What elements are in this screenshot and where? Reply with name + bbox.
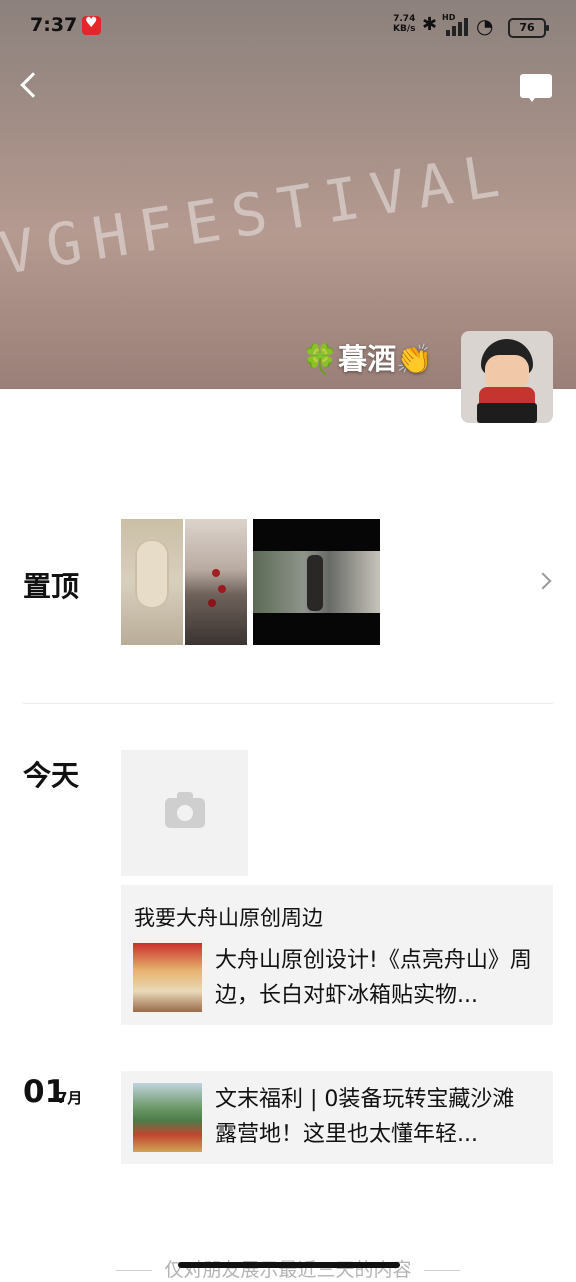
footer-notice: 仅对朋友展示最近三天的内容 — [0, 1255, 576, 1282]
app-notification-icon — [82, 15, 101, 35]
profile-name: 🍀暮酒👏 — [302, 336, 432, 378]
pinned-label: 置顶 — [23, 570, 80, 603]
pinned-photo-2[interactable] — [185, 519, 247, 645]
divider — [23, 703, 553, 704]
chevron-right-icon[interactable] — [537, 573, 551, 587]
clover-emoji: 🍀 — [302, 342, 339, 376]
status-time: 7:37 — [30, 14, 78, 36]
pinned-photo-1[interactable] — [121, 519, 183, 645]
wifi-icon: ◔ — [476, 14, 494, 38]
network-speed: 7.74 KB/s — [393, 14, 415, 34]
battery-icon: 76 — [508, 18, 549, 38]
home-indicator[interactable] — [178, 1262, 400, 1268]
today-label: 今天 — [23, 759, 80, 792]
date-month: 7月 — [57, 1089, 83, 1107]
shared-link-text: 文末福利 | 0装备玩转宝藏沙滩露营地！这里也太懂年轻... — [215, 1087, 515, 1147]
cover-scrawl-text: VGHFESTIVAL — [0, 139, 516, 288]
footer-line-right — [423, 1270, 460, 1271]
avatar[interactable] — [461, 331, 553, 423]
clap-emoji: 👏 — [396, 342, 433, 376]
signal-icon — [442, 16, 470, 36]
shared-post-card[interactable]: 我要大舟山原创周边 大舟山原创设计!《点亮舟山》周边，长白对虾冰箱贴实物... — [121, 885, 553, 1025]
status-bar: 7:37 7.74 KB/s ✱ HD ◔ 76 — [0, 0, 576, 54]
shared-link-card[interactable]: 文末福利 | 0装备玩转宝藏沙滩露营地！这里也太懂年轻... — [121, 1071, 553, 1164]
shared-link-thumbnail — [133, 1083, 202, 1152]
network-speed-value: 7.74 — [393, 14, 416, 24]
shared-post-thumbnail — [133, 943, 202, 1012]
add-photo-button[interactable] — [121, 750, 248, 876]
camera-icon — [165, 792, 205, 828]
bluetooth-icon: ✱ — [422, 14, 438, 35]
footer-line-left — [116, 1270, 153, 1271]
network-speed-unit: KB/s — [393, 24, 416, 34]
shared-post-text: 大舟山原创设计!《点亮舟山》周边，长白对虾冰箱贴实物... — [215, 948, 532, 1008]
back-icon[interactable] — [16, 68, 44, 102]
shared-post-title: 我要大舟山原创周边 — [134, 906, 323, 930]
profile-name-text: 暮酒 — [338, 342, 397, 376]
pinned-video-3[interactable] — [253, 519, 380, 645]
message-icon[interactable] — [520, 74, 552, 102]
